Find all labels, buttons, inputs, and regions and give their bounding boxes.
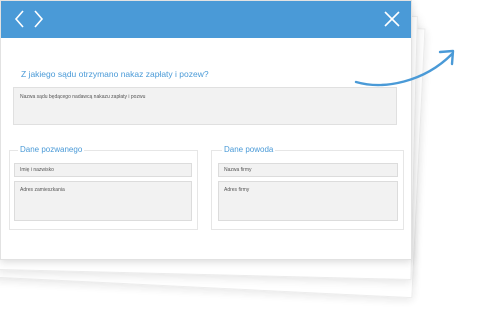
court-name-placeholder: Nazwa sądu będącego nadawcą nakazu zapła… (20, 94, 146, 100)
title-bar (1, 1, 411, 38)
close-icon (383, 10, 401, 28)
back-button[interactable] (13, 9, 31, 31)
chevron-right-icon (33, 9, 51, 29)
defendant-name-field[interactable]: Imię i nazwisko (14, 163, 192, 177)
defendant-legend: Dane pozwanego (18, 145, 85, 154)
plaintiff-company-field[interactable]: Nazwa firmy (218, 163, 398, 177)
court-name-field[interactable]: Nazwa sądu będącego nadawcą nakazu zapła… (13, 87, 397, 125)
chevron-left-icon (13, 9, 31, 29)
court-question: Z jakiego sądu otrzymano nakaz zapłaty i… (21, 69, 209, 79)
plaintiff-address-placeholder: Adres firmy (224, 187, 250, 193)
defendant-group: Dane pozwanego Imię i nazwisko Adres zam… (9, 145, 198, 230)
defendant-address-placeholder: Adres zamieszkania (20, 187, 65, 193)
plaintiff-address-field[interactable]: Adres firmy (218, 181, 398, 221)
forward-button[interactable] (33, 9, 51, 31)
curved-arrow-icon (354, 42, 464, 97)
defendant-name-placeholder: Imię i nazwisko (20, 167, 54, 173)
close-button[interactable] (383, 10, 401, 28)
defendant-address-field[interactable]: Adres zamieszkania (14, 181, 192, 221)
plaintiff-legend: Dane powoda (222, 145, 276, 154)
form-window: Z jakiego sądu otrzymano nakaz zapłaty i… (0, 0, 412, 260)
plaintiff-group: Dane powoda Nazwa firmy Adres firmy (211, 145, 404, 230)
plaintiff-company-placeholder: Nazwa firmy (224, 167, 252, 173)
